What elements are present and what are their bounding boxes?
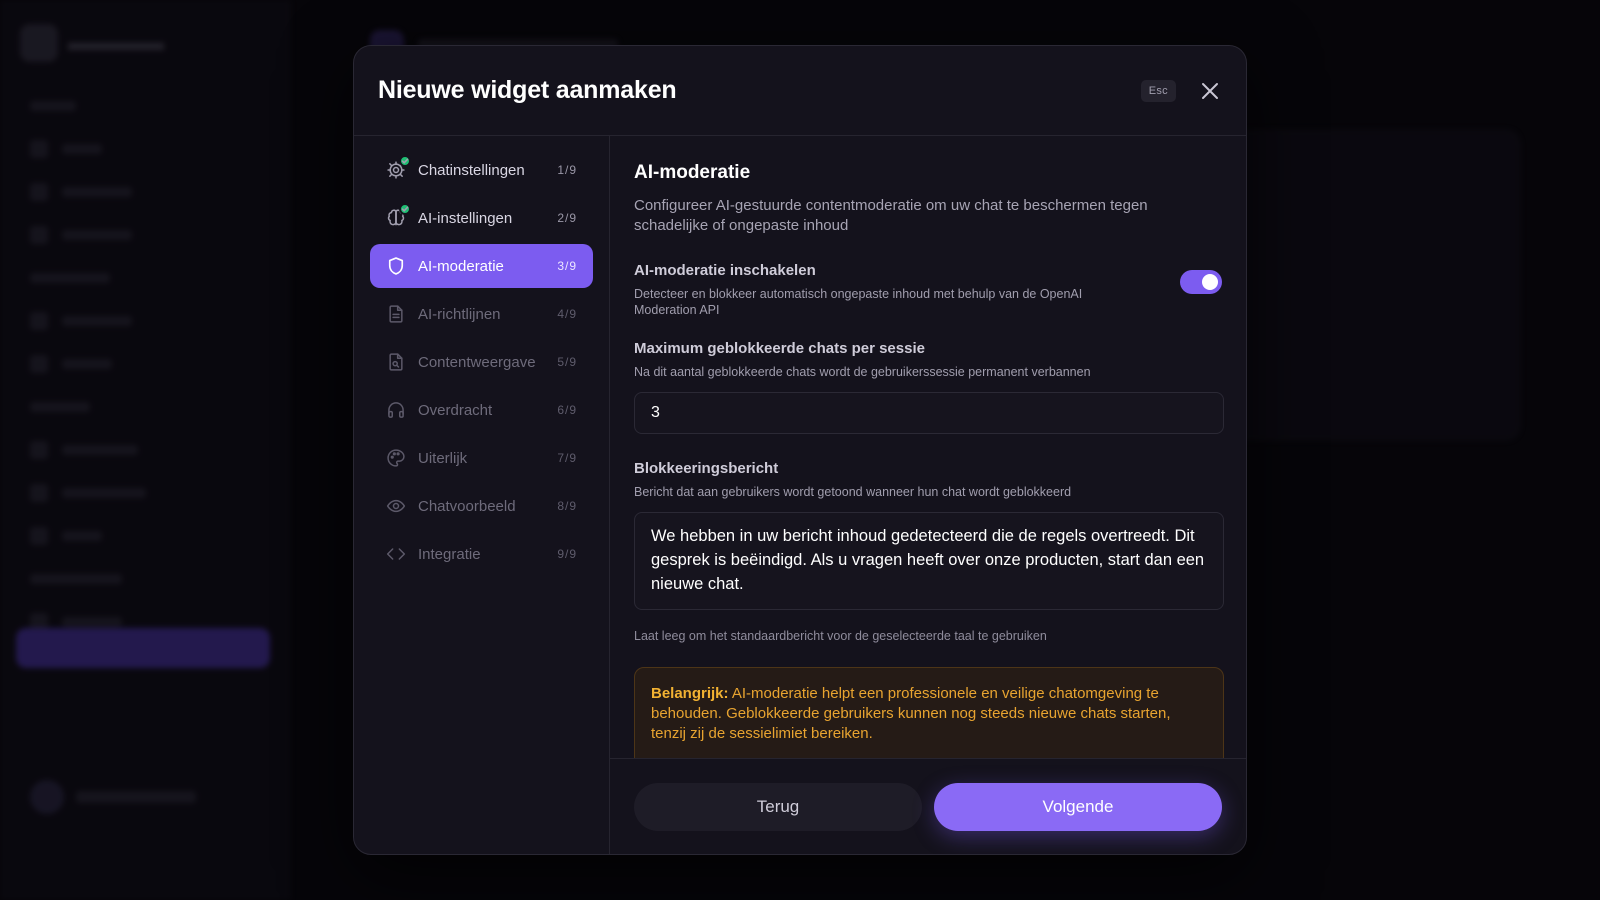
step-number: 4/9 — [557, 307, 577, 321]
step-ai-instellingen[interactable]: AI-instellingen 2/9 — [370, 196, 593, 240]
step-label: Chatinstellingen — [418, 161, 525, 179]
max-blocked-label: Maximum geblokkeerde chats per sessie — [634, 340, 925, 357]
modal-body: Chatinstellingen 1/9 AI-instellingen 2/9… — [354, 136, 1246, 854]
file-search-icon — [386, 352, 406, 372]
background-sidebar: ▬▬▬▬ — [0, 0, 290, 900]
background-card — [1230, 130, 1520, 440]
block-message-textarea[interactable]: We hebben in uw bericht inhoud gedetecte… — [634, 512, 1224, 610]
max-blocked-field: Maximum geblokkeerde chats per sessie Na… — [634, 340, 1224, 434]
step-label: AI-richtlijnen — [418, 305, 501, 323]
step-chatinstellingen[interactable]: Chatinstellingen 1/9 — [370, 148, 593, 192]
toggle-knob — [1202, 274, 1218, 290]
moderation-toggle-row: AI-moderatie inschakelen Detecteer en bl… — [634, 262, 1222, 318]
warning-strong: Belangrijk: — [651, 685, 729, 702]
modal-header: Nieuwe widget aanmaken Esc — [354, 46, 1246, 136]
background-active-item — [16, 628, 270, 668]
block-message-label: Blokkeeringsbericht — [634, 460, 779, 477]
block-message-hint: Laat leeg om het standaardbericht voor d… — [634, 629, 1047, 643]
modal-title: Nieuwe widget aanmaken — [378, 76, 677, 104]
create-widget-modal: Nieuwe widget aanmaken Esc Chatinstellin… — [353, 45, 1247, 855]
step-number: 2/9 — [557, 211, 577, 225]
step-contentweergave[interactable]: Contentweergave 5/9 — [370, 340, 593, 384]
wizard-steps: Chatinstellingen 1/9 AI-instellingen 2/9… — [354, 136, 610, 854]
step-label: Uiterlijk — [418, 449, 468, 467]
back-button[interactable]: Terug — [634, 783, 922, 831]
step-label: Integratie — [418, 545, 481, 563]
gear-icon — [386, 155, 411, 180]
max-blocked-input[interactable] — [634, 392, 1224, 434]
step-number: 5/9 — [557, 355, 577, 369]
completed-check-icon — [399, 155, 411, 167]
step-integratie[interactable]: Integratie 9/9 — [370, 532, 593, 576]
next-button[interactable]: Volgende — [934, 783, 1222, 831]
background-user — [30, 780, 196, 814]
code-icon — [386, 544, 406, 564]
step-label: Contentweergave — [418, 353, 536, 371]
shield-icon — [386, 256, 406, 276]
content-scroll-area[interactable]: AI-moderatie Configureer AI-gestuurde co… — [610, 136, 1246, 758]
step-content: AI-moderatie Configureer AI-gestuurde co… — [610, 136, 1246, 854]
step-overdracht[interactable]: Overdracht 6/9 — [370, 388, 593, 432]
block-message-field: Blokkeeringsbericht Bericht dat aan gebr… — [634, 460, 1224, 643]
eye-icon — [386, 496, 406, 516]
completed-check-icon — [399, 203, 411, 215]
step-chatvoorbeeld[interactable]: Chatvoorbeeld 8/9 — [370, 484, 593, 528]
moderation-toggle-help: Detecteer en blokkeer automatisch ongepa… — [634, 287, 1083, 317]
brain-icon — [386, 203, 411, 228]
warning-text: AI-moderatie helpt een professionele en … — [651, 685, 1171, 742]
section-description: Configureer AI-gestuurde contentmoderati… — [634, 197, 1148, 234]
background-logo: ▬▬▬▬ — [20, 24, 164, 62]
step-ai-richtlijnen[interactable]: AI-richtlijnen 4/9 — [370, 292, 593, 336]
moderation-toggle-text: AI-moderatie inschakelen Detecteer en bl… — [634, 262, 1134, 318]
step-number: 9/9 — [557, 547, 577, 561]
step-uiterlijk[interactable]: Uiterlijk 7/9 — [370, 436, 593, 480]
step-label: Overdracht — [418, 401, 493, 419]
step-number: 8/9 — [557, 499, 577, 513]
block-message-help: Bericht dat aan gebruikers wordt getoond… — [634, 485, 1072, 499]
header-actions: Esc — [1140, 79, 1222, 103]
section-title: AI-moderatie — [634, 162, 751, 183]
palette-icon — [386, 448, 406, 468]
moderation-toggle-label: AI-moderatie inschakelen — [634, 262, 816, 279]
step-ai-moderatie[interactable]: AI-moderatie 3/9 — [370, 244, 593, 288]
step-number: 7/9 — [557, 451, 577, 465]
headphones-icon — [386, 400, 406, 420]
warning-callout: Belangrijk: AI-moderatie helpt een profe… — [634, 667, 1224, 758]
step-number: 3/9 — [557, 259, 577, 273]
esc-shortcut-badge: Esc — [1140, 79, 1176, 102]
step-number: 6/9 — [557, 403, 577, 417]
modal-footer: Terug Volgende — [610, 758, 1246, 854]
step-label: Chatvoorbeeld — [418, 497, 516, 515]
document-icon — [386, 304, 406, 324]
background-nav — [0, 95, 290, 654]
step-label: AI-instellingen — [418, 209, 513, 227]
close-button[interactable] — [1198, 79, 1222, 103]
max-blocked-help: Na dit aantal geblokkeerde chats wordt d… — [634, 365, 1091, 379]
close-icon — [1202, 82, 1218, 99]
step-number: 1/9 — [557, 163, 577, 177]
moderation-toggle-switch[interactable] — [1180, 270, 1222, 294]
step-label: AI-moderatie — [418, 257, 504, 275]
